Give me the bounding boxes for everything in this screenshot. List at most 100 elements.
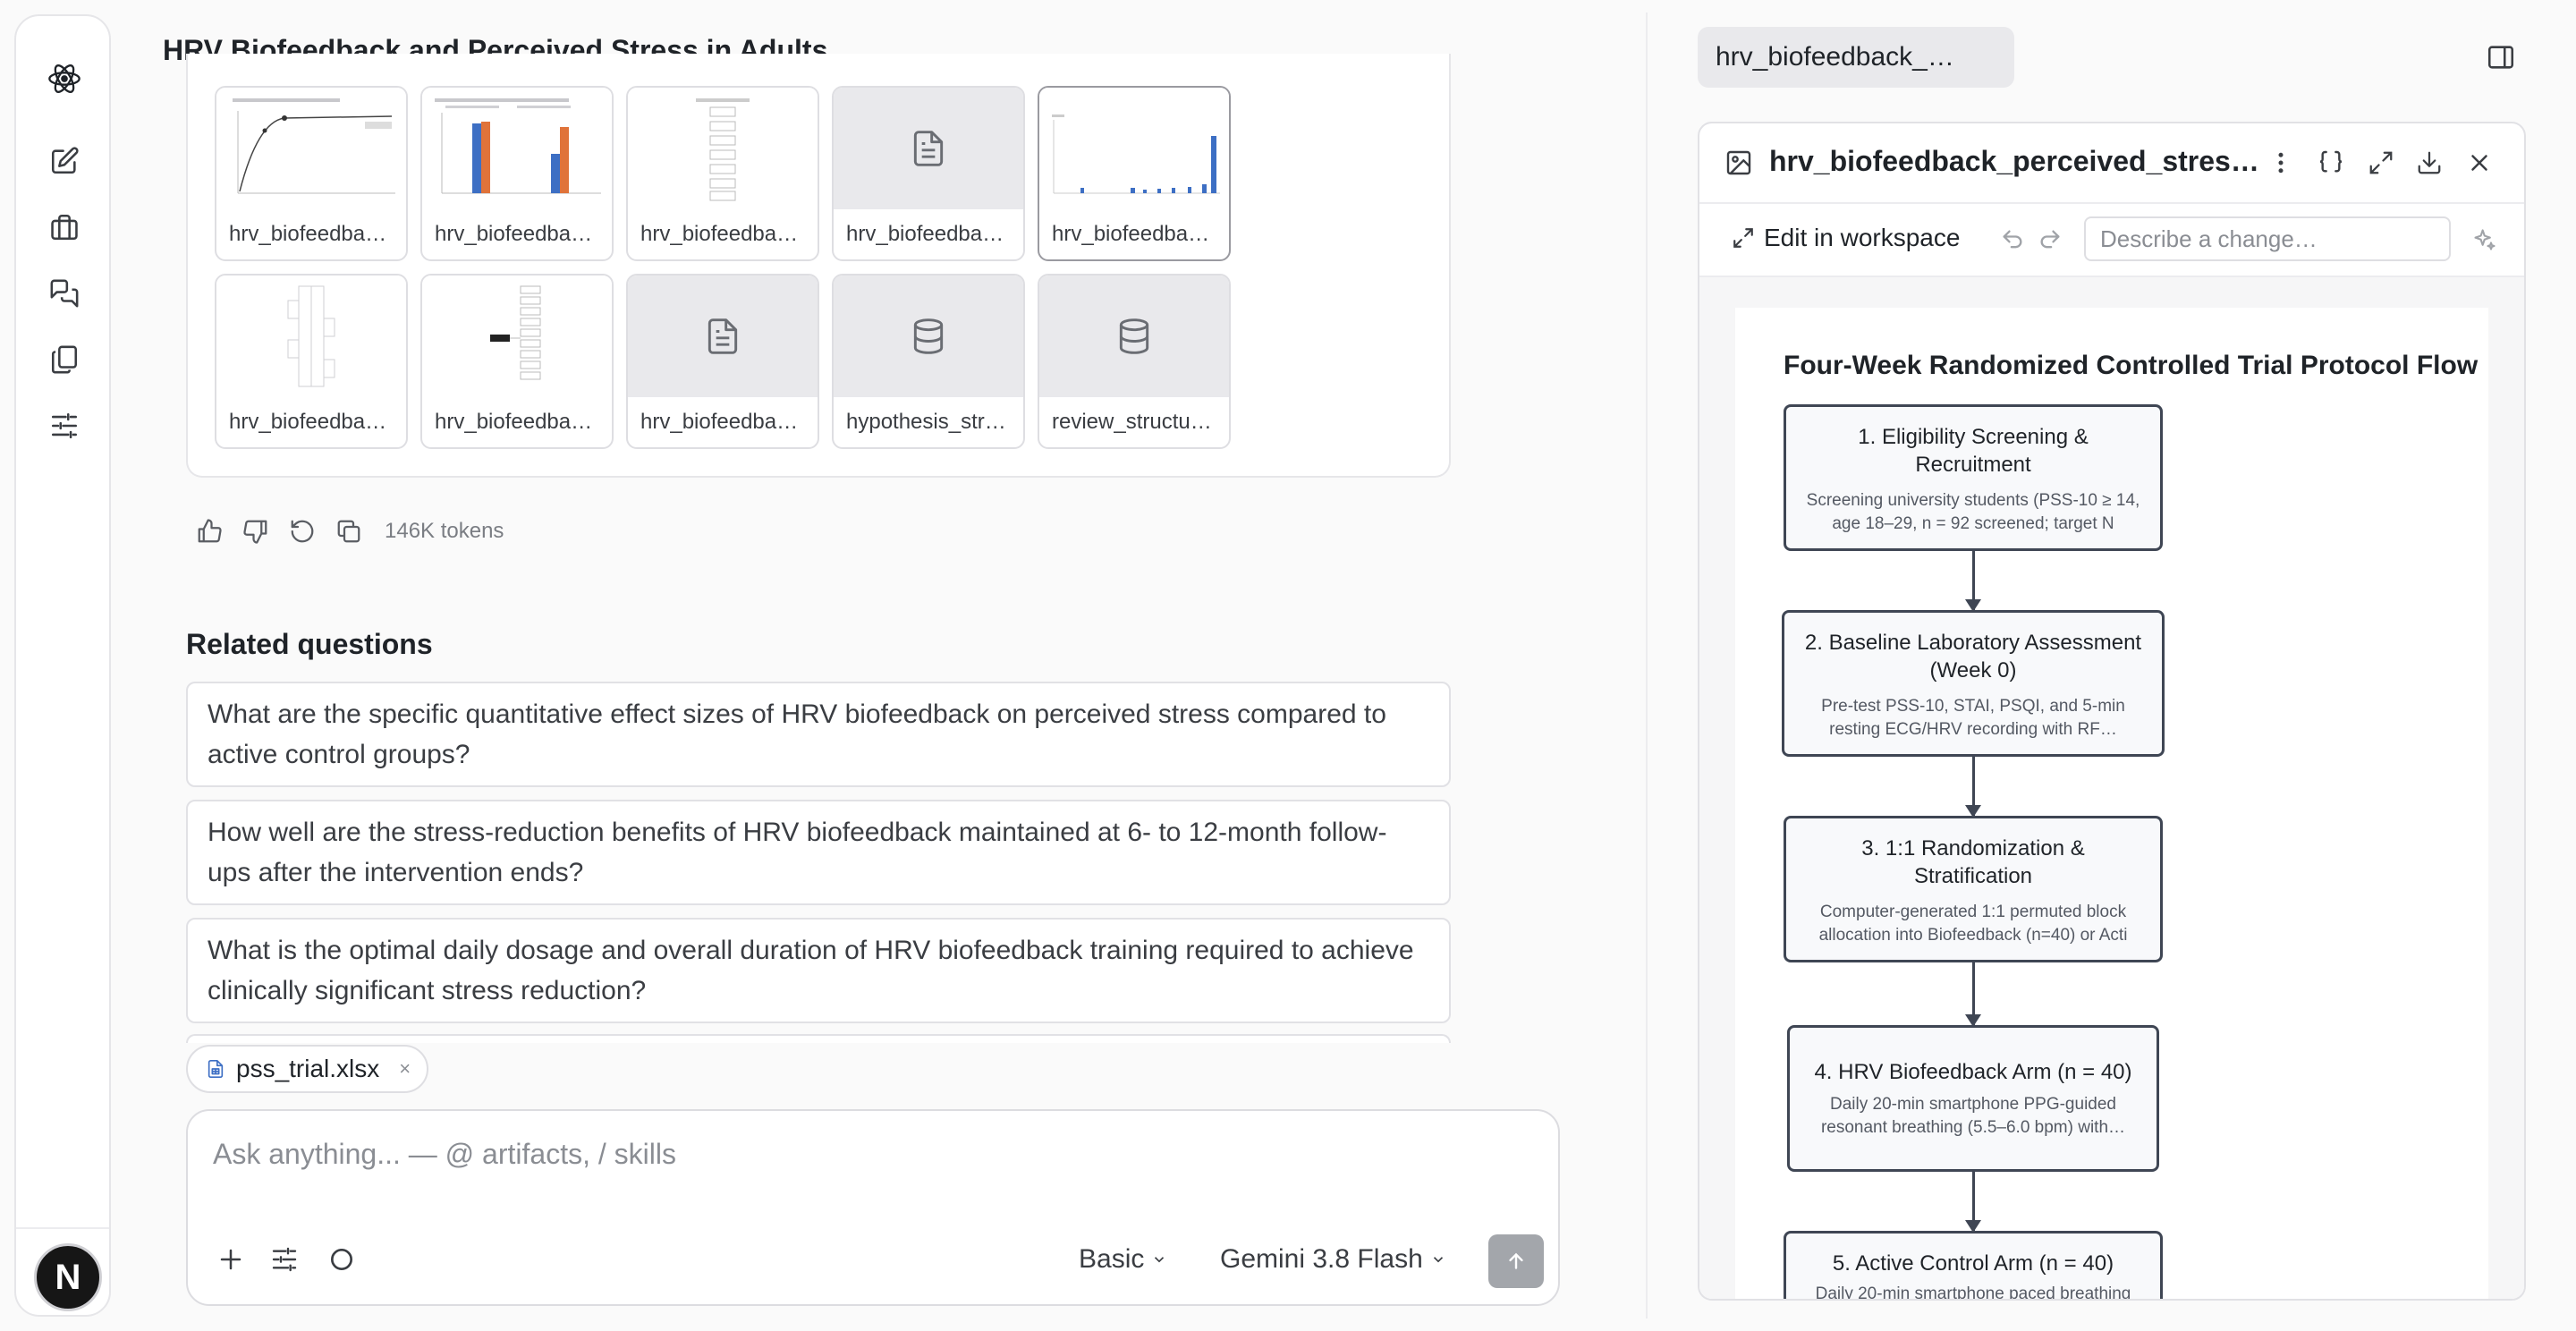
- artifact-card[interactable]: hrv_biofeedbac…: [626, 86, 819, 261]
- sliders-icon[interactable]: [47, 408, 82, 444]
- mode-label: Basic: [1079, 1244, 1145, 1274]
- spreadsheet-file-icon: [208, 1060, 224, 1078]
- image-icon: [1721, 145, 1757, 181]
- artifact-card[interactable]: hrv_biofeedbac…: [832, 86, 1025, 261]
- related-question[interactable]: How well are the stress-reduction benefi…: [186, 800, 1451, 905]
- edit-in-workspace-label: Edit in workspace: [1764, 224, 1961, 251]
- artifact-name: hrv_biofeedbac…: [229, 410, 397, 434]
- attachment-chip[interactable]: pss_trial.xlsx ×: [186, 1045, 429, 1093]
- document-icon: [628, 276, 818, 397]
- sidebar-toggle-icon[interactable]: [2483, 39, 2519, 75]
- flow-step-3[interactable]: 3. 1:1 Randomization & Stratification Co…: [1784, 816, 2163, 962]
- artifact-tab[interactable]: hrv_biofeedback_…: [1698, 27, 2014, 88]
- rail-divider: [16, 1227, 109, 1229]
- chevron-down-icon: [1433, 1257, 1443, 1263]
- avatar-letter: N: [55, 1257, 81, 1297]
- thumbs-up-icon[interactable]: [191, 513, 227, 549]
- artifact-card-selected[interactable]: hrv_biofeedbac…: [1038, 86, 1231, 261]
- compose-icon[interactable]: [47, 143, 82, 179]
- download-icon[interactable]: [2411, 145, 2447, 181]
- database-icon: [834, 276, 1023, 397]
- flow-step-5[interactable]: 5. Active Control Arm (n = 40) Daily 20-…: [1784, 1231, 2163, 1299]
- artifact-name: hrv_biofeedbac…: [1052, 222, 1220, 246]
- artifact-card[interactable]: hrv_biofeedbac…: [215, 86, 408, 261]
- arrow-up-icon: [1509, 1252, 1523, 1269]
- remove-attachment-icon[interactable]: ×: [399, 1057, 411, 1081]
- flow-step-desc: Pre-test PSS-10, STAI, PSQI, and 5-min r…: [1821, 697, 2125, 739]
- artifact-name: hrv_biofeedbac…: [640, 222, 809, 246]
- flow-step-desc: Daily 20-min smartphone paced breathing: [1815, 1284, 2131, 1299]
- artifact-card[interactable]: hrv_biofeedbac…: [420, 86, 614, 261]
- left-rail: N: [14, 14, 111, 1317]
- artifact-card[interactable]: hrv_biofeedbac…: [420, 274, 614, 449]
- artifact-viewer: hrv_biofeedback_perceived_stress… Edit i…: [1698, 122, 2526, 1301]
- related-question[interactable]: What is the optimal daily dosage and ove…: [186, 918, 1451, 1023]
- flow-arrow: [1965, 757, 1981, 818]
- flow-step-title: 5. Active Control Arm (n = 40): [1832, 1251, 2114, 1276]
- viewer-header: hrv_biofeedback_perceived_stress…: [1699, 123, 2524, 204]
- flow-step-2[interactable]: 2. Baseline Laboratory Assessment (Week …: [1782, 610, 2165, 757]
- undo-icon[interactable]: [1995, 222, 2030, 258]
- pane-divider[interactable]: [1646, 13, 1648, 1318]
- plus-icon[interactable]: [213, 1242, 249, 1277]
- artifact-name: hrv_biofeedbac…: [435, 222, 603, 246]
- flow-step-desc: Daily 20-min smartphone PPG-guided reson…: [1820, 1095, 2126, 1137]
- send-button[interactable]: [1488, 1234, 1544, 1288]
- sparkle-icon[interactable]: [2467, 222, 2503, 258]
- edit-in-workspace-button[interactable]: Edit in workspace: [1732, 224, 1960, 252]
- regenerate-icon[interactable]: [284, 513, 320, 549]
- expand-arrows-icon: [1733, 228, 1753, 248]
- artifact-card[interactable]: hrv_biofeedbac…: [215, 274, 408, 449]
- message-actions: 146K tokens: [191, 513, 504, 549]
- redo-icon[interactable]: [2032, 222, 2068, 258]
- chevron-down-icon: [1155, 1257, 1165, 1263]
- related-question[interactable]: What are the specific quantitative effec…: [186, 682, 1451, 787]
- flow-arrow: [1965, 551, 1981, 612]
- chat-bubbles-icon[interactable]: [47, 276, 82, 311]
- viewer-canvas-area: Four-Week Randomized Controlled Trial Pr…: [1699, 277, 2524, 1299]
- flow-step-title: 1. Eligibility Screening & Recruitment: [1858, 425, 2089, 477]
- model-selector[interactable]: Gemini 3.8 Flash: [1220, 1242, 1446, 1277]
- token-count: 146K tokens: [385, 519, 504, 543]
- related-question-partial: [186, 1034, 1451, 1043]
- chat-composer[interactable]: Ask anything... — @ artifacts, / skills …: [186, 1109, 1560, 1306]
- flow-step-title: 2. Baseline Laboratory Assessment (Week …: [1804, 631, 2142, 682]
- artifact-card[interactable]: hypothesis_str…: [832, 274, 1025, 449]
- more-vertical-icon[interactable]: [2263, 145, 2299, 181]
- flow-step-desc: Screening university students (PSS-10 ≥ …: [1806, 491, 2140, 533]
- mode-selector[interactable]: Basic: [1079, 1242, 1167, 1277]
- artifact-name: hrv_biofeedbac…: [846, 222, 1014, 246]
- artifact-gallery: hrv_biofeedbac… hrv_biofeedbac… hrv_biof…: [186, 54, 1451, 478]
- avatar[interactable]: N: [34, 1243, 102, 1311]
- tools-sliders-icon[interactable]: [267, 1242, 302, 1277]
- attachment-filename: pss_trial.xlsx: [236, 1055, 380, 1082]
- briefcase-icon[interactable]: [47, 209, 82, 245]
- copy-pages-icon[interactable]: [47, 342, 82, 377]
- artifact-name: hrv_biofeedbac…: [229, 222, 397, 246]
- flow-step-4[interactable]: 4. HRV Biofeedback Arm (n = 40) Daily 20…: [1787, 1025, 2159, 1172]
- thumbs-down-icon[interactable]: [238, 513, 274, 549]
- artifact-name: review_structu…: [1052, 410, 1212, 434]
- composer-input[interactable]: Ask anything... — @ artifacts, / skills: [213, 1138, 676, 1171]
- artifact-name: hrv_biofeedbac…: [640, 410, 809, 434]
- describe-change-input[interactable]: Describe a change…: [2084, 216, 2451, 261]
- flow-step-desc: Computer-generated 1:1 permuted block al…: [1818, 903, 2128, 945]
- document-icon: [834, 88, 1023, 209]
- flow-step-title: 4. HRV Biofeedback Arm (n = 40): [1814, 1060, 2132, 1084]
- close-icon[interactable]: [2462, 145, 2497, 181]
- flow-arrow: [1965, 962, 1981, 1027]
- viewer-title: hrv_biofeedback_perceived_stress…: [1769, 145, 2270, 177]
- database-icon: [1039, 276, 1229, 397]
- diagram-canvas: Four-Week Randomized Controlled Trial Pr…: [1735, 308, 2488, 1299]
- bar-chart-thumbnail: [422, 88, 612, 209]
- expand-icon[interactable]: [2363, 145, 2399, 181]
- artifact-card[interactable]: hrv_biofeedbac…: [626, 274, 819, 449]
- code-braces-icon[interactable]: [2313, 145, 2349, 181]
- artifact-card[interactable]: review_structu…: [1038, 274, 1231, 449]
- atom-logo-icon[interactable]: [47, 61, 82, 97]
- copy-icon[interactable]: [331, 513, 367, 549]
- flow-step-1[interactable]: 1. Eligibility Screening & Recruitment S…: [1784, 404, 2163, 551]
- model-label: Gemini 3.8 Flash: [1220, 1244, 1423, 1274]
- circle-icon[interactable]: [324, 1242, 360, 1277]
- flowchart-thumbnail: [628, 88, 818, 209]
